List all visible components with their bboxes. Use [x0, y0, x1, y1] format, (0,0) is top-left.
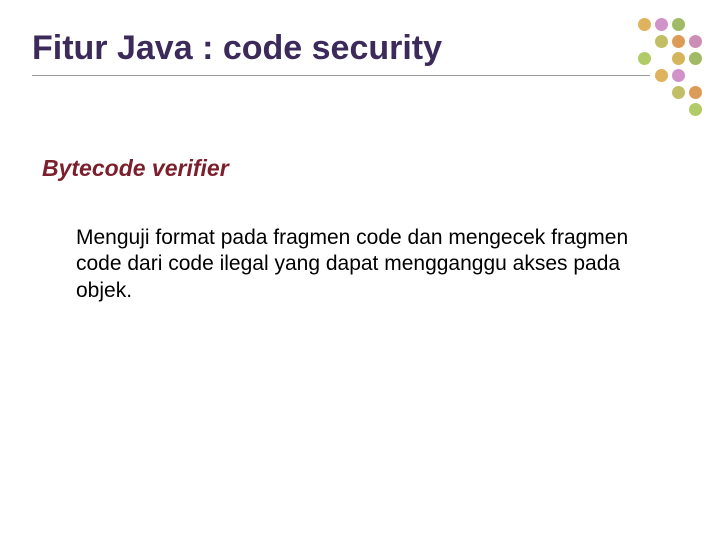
slide-subtitle: Bytecode verifier	[42, 155, 229, 182]
dot-icon	[655, 18, 668, 31]
title-block: Fitur Java : code security	[32, 30, 650, 76]
slide-title: Fitur Java : code security	[32, 30, 650, 67]
title-underline	[32, 75, 650, 76]
dot-icon	[672, 86, 685, 99]
dot-icon	[672, 69, 685, 82]
dot-icon	[655, 35, 668, 48]
dot-icon	[672, 52, 685, 65]
dot-icon	[689, 86, 702, 99]
dot-icon	[638, 18, 651, 31]
dot-icon	[689, 52, 702, 65]
dot-icon	[689, 103, 702, 116]
decorative-dots-icon	[638, 18, 702, 116]
slide-body-text: Menguji format pada fragmen code dan men…	[76, 225, 640, 304]
slide: Fitur Java : code security Bytecode veri…	[0, 0, 720, 540]
dot-icon	[672, 35, 685, 48]
dot-icon	[638, 52, 651, 65]
dot-icon	[689, 35, 702, 48]
dot-icon	[655, 69, 668, 82]
dot-icon	[672, 18, 685, 31]
